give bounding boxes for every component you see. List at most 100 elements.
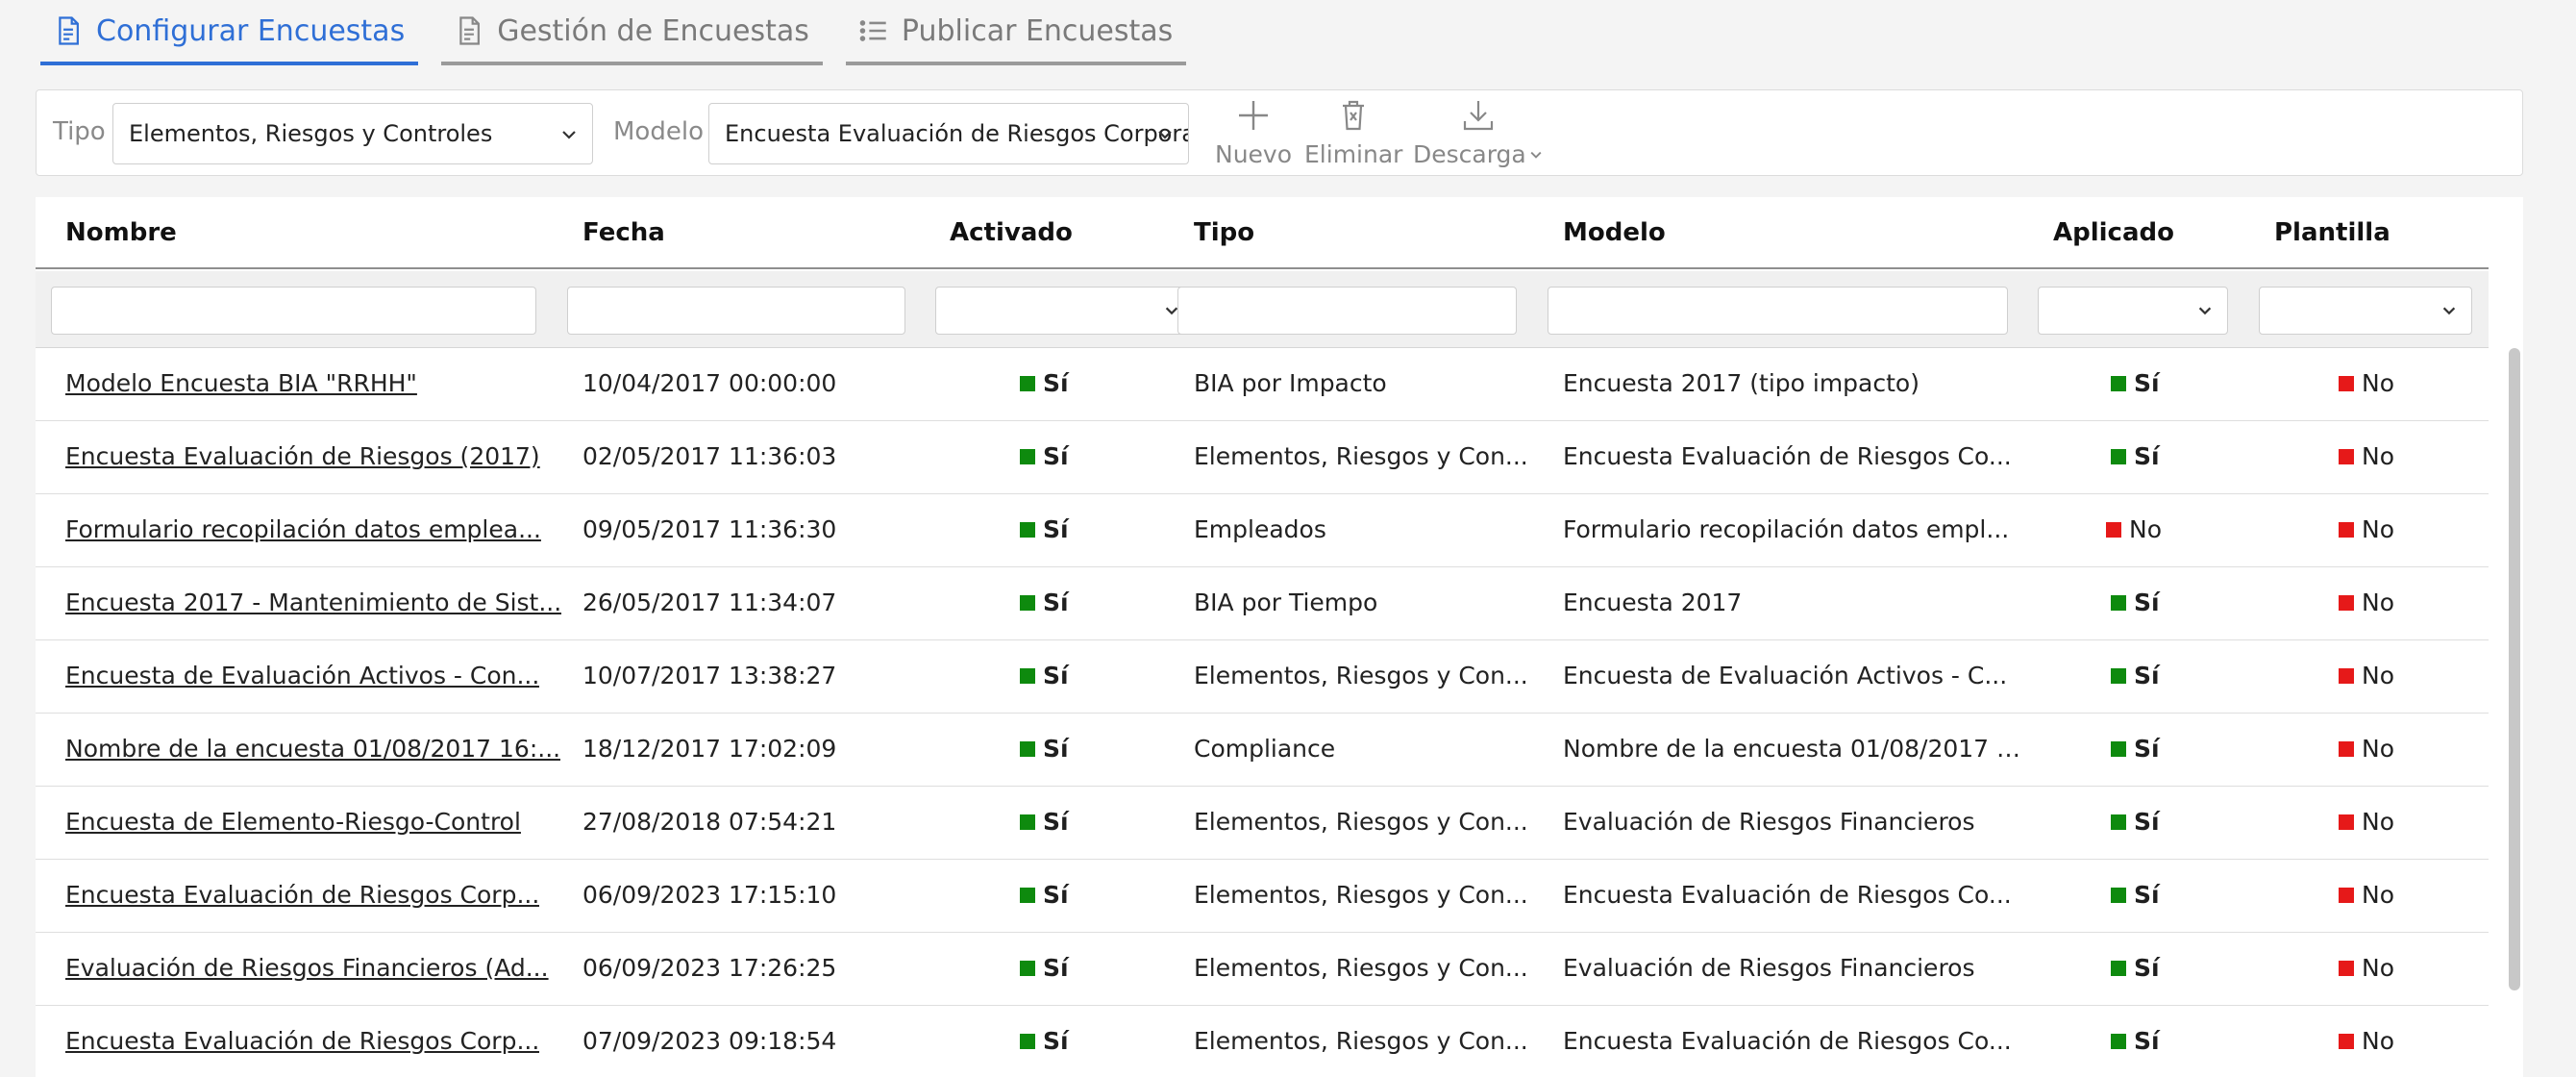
aplicado-value: Sí xyxy=(2134,589,2160,616)
activado-value: Sí xyxy=(1043,808,1069,836)
column-header-tipo[interactable]: Tipo xyxy=(1194,218,1254,247)
activado-flag: Sí xyxy=(1020,589,1069,616)
activado-value: Sí xyxy=(1043,954,1069,982)
column-header-plantilla[interactable]: Plantilla xyxy=(2274,218,2390,247)
table-row[interactable]: Nombre de la encuesta 01/08/2017 16:... 1… xyxy=(36,714,2489,787)
descarga-label: Descarga xyxy=(1413,140,1544,168)
column-header-activado[interactable]: Activado xyxy=(950,218,1073,247)
filter-tipo-input[interactable] xyxy=(1177,287,1517,335)
plantilla-flag: No xyxy=(2339,662,2394,689)
activado-flag: Sí xyxy=(1020,735,1069,763)
activado-value: Sí xyxy=(1043,662,1069,689)
table-row[interactable]: Encuesta 2017 - Mantenimiento de Sist...… xyxy=(36,567,2489,640)
tipo-select[interactable]: Elementos, Riesgos y Controles xyxy=(112,103,593,164)
status-square-icon xyxy=(1020,667,1035,684)
activado-flag: Sí xyxy=(1020,881,1069,909)
plus-icon xyxy=(1239,101,1269,130)
tab-label: Gestión de Encuestas xyxy=(497,13,809,48)
survey-type: Empleados xyxy=(1194,515,1326,543)
survey-type: BIA por Tiempo xyxy=(1194,589,1378,616)
filter-aplicado-select[interactable] xyxy=(2038,287,2228,335)
modelo-select[interactable]: Encuesta Evaluación de Riesgos Corporati… xyxy=(708,103,1189,164)
status-square-icon xyxy=(1020,814,1035,830)
survey-type: Elementos, Riesgos y Con... xyxy=(1194,442,1528,470)
nuevo-button[interactable]: Nuevo xyxy=(1215,98,1292,168)
table-row[interactable]: Modelo Encuesta BIA "RRHH" 10/04/2017 00:… xyxy=(36,348,2489,421)
table-row[interactable]: Encuesta Evaluación de Riesgos Corp... 07… xyxy=(36,1006,2489,1077)
aplicado-flag: No xyxy=(2106,515,2162,543)
survey-date: 02/05/2017 11:36:03 xyxy=(582,442,837,470)
tab-configurar-encuestas[interactable]: Configurar Encuestas xyxy=(40,0,419,65)
vertical-scrollbar[interactable] xyxy=(2509,348,2520,990)
survey-date: 26/05/2017 11:34:07 xyxy=(582,589,837,616)
activado-value: Sí xyxy=(1043,1027,1069,1055)
tab-gestion-encuestas[interactable]: Gestión de Encuestas xyxy=(441,0,823,65)
survey-name-link[interactable]: Formulario recopilación datos emplea... xyxy=(65,515,541,543)
modelo-select-value: Encuesta Evaluación de Riesgos Corporati… xyxy=(725,120,1188,147)
chevron-down-icon xyxy=(562,131,576,139)
table-row[interactable]: Evaluación de Riesgos Financieros (Ad...… xyxy=(36,933,2489,1006)
survey-name-link[interactable]: Encuesta Evaluación de Riesgos Corp... xyxy=(65,881,539,909)
column-header-aplicado[interactable]: Aplicado xyxy=(2053,218,2174,247)
table-row[interactable]: Encuesta Evaluación de Riesgos (2017) 02/… xyxy=(36,421,2489,494)
plantilla-value: No xyxy=(2362,735,2394,763)
status-square-icon xyxy=(2111,448,2126,464)
tab-bar: Configurar Encuestas Gestión de Encuesta… xyxy=(40,0,1209,67)
filter-fecha-input[interactable] xyxy=(567,287,905,335)
status-square-icon xyxy=(2111,814,2126,830)
tipo-select-value: Elementos, Riesgos y Controles xyxy=(129,120,493,147)
plantilla-value: No xyxy=(2362,589,2394,616)
column-header-nombre[interactable]: Nombre xyxy=(65,218,177,247)
survey-date: 07/09/2023 09:18:54 xyxy=(582,1027,837,1055)
grid-body: Modelo Encuesta BIA "RRHH" 10/04/2017 00:… xyxy=(36,348,2489,1077)
survey-name-link[interactable]: Encuesta 2017 - Mantenimiento de Sist... xyxy=(65,589,561,616)
survey-name-link[interactable]: Encuesta Evaluación de Riesgos Corp... xyxy=(65,1027,539,1055)
survey-name-link[interactable]: Encuesta de Evaluación Activos - Con... xyxy=(65,662,539,689)
column-header-fecha[interactable]: Fecha xyxy=(582,218,665,247)
aplicado-value: Sí xyxy=(2134,881,2160,909)
survey-name-link[interactable]: Modelo Encuesta BIA "RRHH" xyxy=(65,369,417,397)
status-square-icon xyxy=(2339,887,2354,903)
eliminar-button[interactable]: Eliminar xyxy=(1304,98,1402,168)
status-square-icon xyxy=(2339,960,2354,976)
tab-label: Publicar Encuestas xyxy=(901,13,1174,48)
status-square-icon xyxy=(2111,667,2126,684)
survey-type: Compliance xyxy=(1194,735,1336,763)
status-square-icon xyxy=(2339,375,2354,391)
table-row[interactable]: Formulario recopilación datos emplea... 0… xyxy=(36,494,2489,567)
aplicado-flag: Sí xyxy=(2111,881,2160,909)
grid-header: Nombre Fecha Activado Tipo Modelo Aplica… xyxy=(36,197,2489,269)
status-square-icon xyxy=(1020,887,1035,903)
column-header-modelo[interactable]: Modelo xyxy=(1563,218,1666,247)
survey-name-link[interactable]: Encuesta Evaluación de Riesgos (2017) xyxy=(65,442,540,470)
aplicado-value: Sí xyxy=(2134,1027,2160,1055)
survey-model: Evaluación de Riesgos Financieros xyxy=(1563,808,1975,836)
plantilla-value: No xyxy=(2362,881,2394,909)
tab-publicar-encuestas[interactable]: Publicar Encuestas xyxy=(845,0,1187,65)
aplicado-flag: Sí xyxy=(2111,662,2160,689)
survey-name-link[interactable]: Evaluación de Riesgos Financieros (Ad... xyxy=(65,954,549,982)
survey-name-link[interactable]: Nombre de la encuesta 01/08/2017 16:... xyxy=(65,735,560,763)
status-square-icon xyxy=(2111,960,2126,976)
activado-value: Sí xyxy=(1043,735,1069,763)
surveys-grid: Nombre Fecha Activado Tipo Modelo Aplica… xyxy=(36,197,2523,1077)
aplicado-flag: Sí xyxy=(2111,954,2160,982)
table-row[interactable]: Encuesta de Evaluación Activos - Con... 1… xyxy=(36,640,2489,714)
filter-nombre-input[interactable] xyxy=(51,287,536,335)
aplicado-value: Sí xyxy=(2134,954,2160,982)
table-row[interactable]: Encuesta de Elemento-Riesgo-Control 27/08… xyxy=(36,787,2489,860)
plantilla-value: No xyxy=(2362,808,2394,836)
survey-manage-icon xyxy=(459,16,481,45)
plantilla-flag: No xyxy=(2339,589,2394,616)
descarga-button[interactable]: Descarga xyxy=(1413,98,1544,168)
filter-activado-select[interactable] xyxy=(935,287,1195,335)
survey-name-link[interactable]: Encuesta de Elemento-Riesgo-Control xyxy=(65,808,521,836)
status-square-icon xyxy=(2106,521,2121,538)
tab-label: Configurar Encuestas xyxy=(96,13,406,48)
filter-plantilla-select[interactable] xyxy=(2259,287,2472,335)
filter-modelo-input[interactable] xyxy=(1548,287,2008,335)
status-square-icon xyxy=(1020,1033,1035,1049)
tipo-label: Tipo xyxy=(53,117,106,146)
table-row[interactable]: Encuesta Evaluación de Riesgos Corp... 06… xyxy=(36,860,2489,933)
activado-flag: Sí xyxy=(1020,808,1069,836)
